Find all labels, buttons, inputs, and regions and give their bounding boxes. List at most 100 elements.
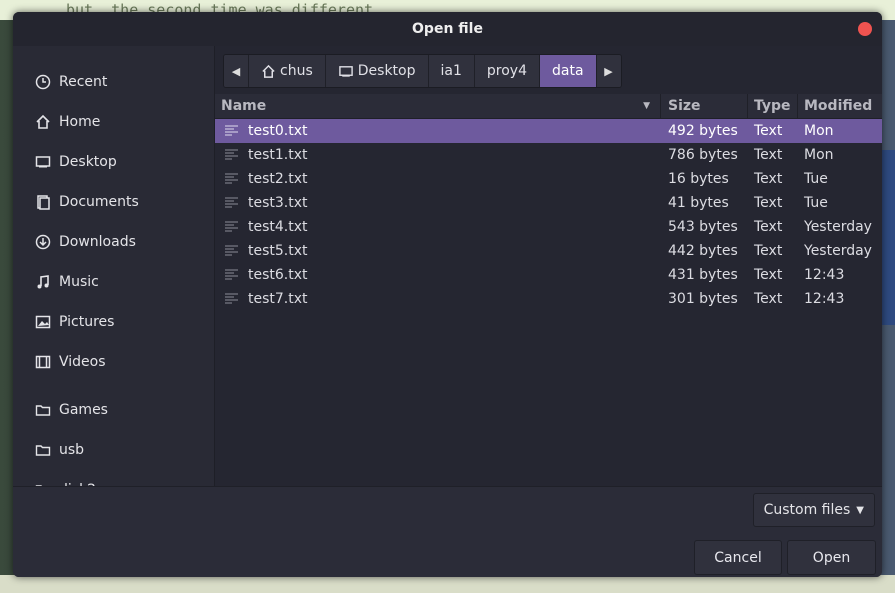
file-name: test0.txt	[248, 123, 308, 139]
file-name-cell: test2.txt	[215, 171, 661, 187]
sidebar-item-recent[interactable]: Recent	[13, 62, 214, 102]
file-size: 492 bytes	[668, 123, 738, 139]
sidebar-item-games[interactable]: Games	[13, 390, 214, 430]
path-segment-label: data	[551, 63, 584, 79]
sidebar-item-label: Pictures	[59, 314, 115, 330]
titlebar: Open file	[13, 12, 882, 46]
sidebar-item-music[interactable]: Music	[13, 262, 214, 302]
file-type: Text	[754, 171, 783, 187]
sidebar-item-label: Documents	[59, 194, 139, 210]
file-row[interactable]: test7.txt 301 bytes Text 12:43	[215, 287, 882, 311]
path-segment-proy4[interactable]: proy4	[473, 55, 539, 87]
path-segment-ia1[interactable]: ia1	[427, 55, 474, 87]
dialog-title: Open file	[412, 21, 483, 37]
file-modified: Yesterday	[804, 243, 872, 259]
column-header-type[interactable]: Type	[748, 94, 798, 118]
home-icon	[261, 64, 276, 79]
path-segment-desktop[interactable]: Desktop	[324, 55, 428, 87]
path-segment-label: proy4	[486, 63, 527, 79]
music-icon	[34, 273, 52, 291]
text-file-icon	[225, 125, 241, 137]
file-size: 442 bytes	[668, 243, 738, 259]
sidebar-item-label: Games	[59, 402, 108, 418]
chevron-left-icon: ◀	[231, 64, 241, 78]
file-row[interactable]: test4.txt 543 bytes Text Yesterday	[215, 215, 882, 239]
sidebar-item-documents[interactable]: Documents	[13, 182, 214, 222]
text-file-icon	[225, 173, 241, 185]
close-button[interactable]	[858, 22, 872, 36]
videos-icon	[34, 353, 52, 371]
file-name-cell: test0.txt	[215, 123, 661, 139]
file-modified: Mon	[804, 123, 834, 139]
file-name-cell: test6.txt	[215, 267, 661, 283]
home-icon	[34, 113, 52, 131]
file-type: Text	[754, 243, 783, 259]
sidebar-item-pictures[interactable]: Pictures	[13, 302, 214, 342]
column-header-size[interactable]: Size	[661, 94, 748, 118]
file-size: 786 bytes	[668, 147, 738, 163]
file-name: test7.txt	[248, 291, 308, 307]
file-name: test3.txt	[248, 195, 308, 211]
file-list-header: Name ▼ Size Type Modified	[215, 94, 882, 119]
file-name: test6.txt	[248, 267, 308, 283]
file-name: test2.txt	[248, 171, 308, 187]
places-sidebar: Recent Home Desktop Documents Downloads	[13, 46, 215, 498]
sidebar-item-label: Desktop	[59, 154, 117, 170]
file-name: test1.txt	[248, 147, 308, 163]
file-name: test4.txt	[248, 219, 308, 235]
file-row[interactable]: test5.txt 442 bytes Text Yesterday	[215, 239, 882, 263]
file-name-cell: test1.txt	[215, 147, 661, 163]
file-modified: 12:43	[804, 291, 845, 307]
documents-icon	[34, 193, 52, 211]
column-header-name[interactable]: Name ▼	[215, 94, 661, 118]
file-modified: Tue	[804, 171, 828, 187]
file-row[interactable]: test2.txt 16 bytes Text Tue	[215, 167, 882, 191]
path-segment-chus[interactable]: chus	[248, 55, 325, 87]
filter-label: Custom files	[763, 502, 851, 518]
file-type-filter-dropdown[interactable]: Custom files ▼	[752, 493, 875, 527]
column-header-modified[interactable]: Modified	[798, 94, 882, 118]
sidebar-item-videos[interactable]: Videos	[13, 342, 214, 382]
file-modified: Mon	[804, 147, 834, 163]
path-bar: ◀ chus Desktop ia1 proy4 data ▶	[223, 54, 622, 88]
sidebar-item-downloads[interactable]: Downloads	[13, 222, 214, 262]
sidebar-separator	[13, 382, 214, 390]
file-type: Text	[754, 219, 783, 235]
file-row[interactable]: test1.txt 786 bytes Text Mon	[215, 143, 882, 167]
text-file-icon	[225, 269, 241, 281]
file-row[interactable]: test0.txt 492 bytes Text Mon	[215, 119, 882, 143]
file-row[interactable]: test6.txt 431 bytes Text 12:43	[215, 263, 882, 287]
file-browser: ◀ chus Desktop ia1 proy4 data ▶ Name ▼ S…	[215, 46, 882, 486]
folder-icon	[34, 401, 52, 419]
sidebar-item-desktop[interactable]: Desktop	[13, 142, 214, 182]
desktop-icon	[34, 153, 52, 171]
download-icon	[34, 233, 52, 251]
file-modified: 12:43	[804, 267, 845, 283]
file-name-cell: test4.txt	[215, 219, 661, 235]
file-size: 431 bytes	[668, 267, 738, 283]
file-modified: Tue	[804, 195, 828, 211]
sidebar-item-home[interactable]: Home	[13, 102, 214, 142]
sidebar-item-label: Music	[59, 274, 99, 290]
open-button[interactable]: Open	[787, 540, 876, 575]
path-segment-label: ia1	[440, 63, 462, 79]
path-forward-button[interactable]: ▶	[595, 55, 621, 87]
file-type: Text	[754, 291, 783, 307]
sort-descending-icon: ▼	[643, 101, 650, 111]
file-type: Text	[754, 267, 783, 283]
path-segment-data[interactable]: data	[538, 55, 596, 87]
pictures-icon	[34, 313, 52, 331]
file-size: 543 bytes	[668, 219, 738, 235]
text-file-icon	[225, 149, 241, 161]
chevron-down-icon: ▼	[856, 504, 864, 516]
path-back-button[interactable]: ◀	[224, 55, 248, 87]
file-row[interactable]: test3.txt 41 bytes Text Tue	[215, 191, 882, 215]
open-file-dialog: Open file Recent Home Desktop Documents …	[13, 12, 882, 577]
chevron-right-icon: ▶	[604, 64, 613, 78]
sidebar-item-usb[interactable]: usb	[13, 430, 214, 470]
path-segment-label: chus	[280, 63, 313, 79]
clock-icon	[34, 73, 52, 91]
cancel-button[interactable]: Cancel	[694, 540, 782, 575]
file-type: Text	[754, 195, 783, 211]
desktop-icon	[338, 64, 354, 79]
